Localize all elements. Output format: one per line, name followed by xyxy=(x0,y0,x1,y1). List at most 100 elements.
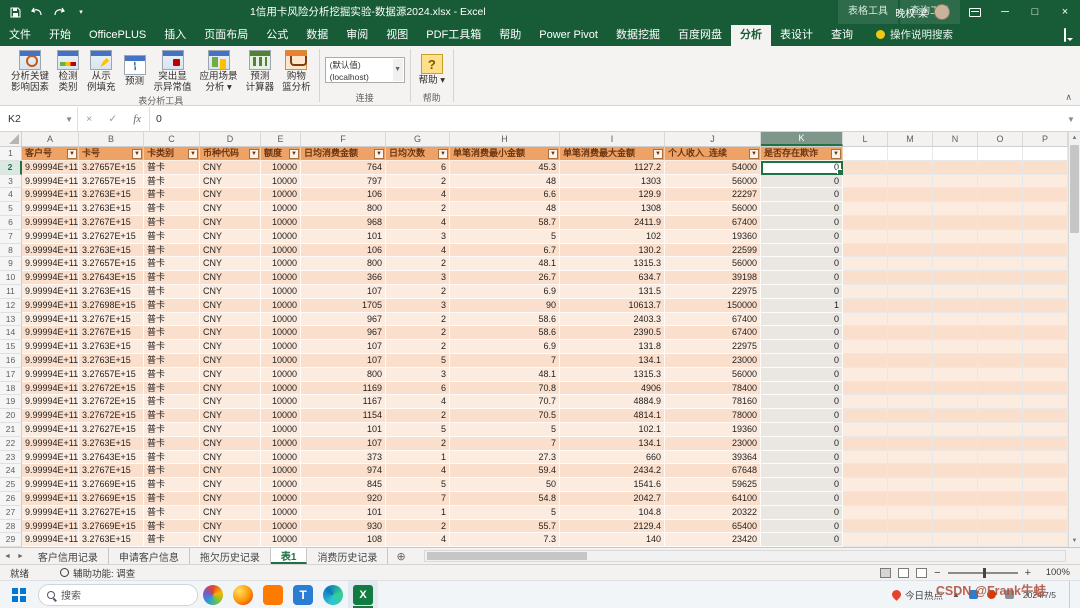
cell-B21[interactable]: 3.27627E+15 xyxy=(79,423,144,437)
cell-F14[interactable]: 967 xyxy=(301,326,386,340)
column-header-B[interactable]: B xyxy=(79,132,144,146)
cell-F28[interactable]: 930 xyxy=(301,520,386,534)
cell-N20[interactable] xyxy=(933,409,978,423)
cell-B16[interactable]: 3.2763E+15 xyxy=(79,354,144,368)
cell-O22[interactable] xyxy=(978,437,1023,451)
cell-H10[interactable]: 26.7 xyxy=(450,271,560,285)
cell-J16[interactable]: 23000 xyxy=(665,354,761,368)
cell-A16[interactable]: 9.99994E+11 xyxy=(22,354,79,368)
column-header-P[interactable]: P xyxy=(1023,132,1068,146)
cell-F25[interactable]: 845 xyxy=(301,478,386,492)
ribbon-tab-6[interactable]: 数据 xyxy=(297,25,337,46)
cell-P15[interactable] xyxy=(1023,340,1068,354)
zoom-in-icon[interactable]: + xyxy=(1025,568,1031,578)
cell-F11[interactable]: 107 xyxy=(301,285,386,299)
cell-K12[interactable]: 1 xyxy=(761,299,843,313)
cell-K29[interactable]: 0 xyxy=(761,533,843,547)
cell-B27[interactable]: 3.27627E+15 xyxy=(79,506,144,520)
cell-N18[interactable] xyxy=(933,382,978,396)
cell-B23[interactable]: 3.27643E+15 xyxy=(79,451,144,465)
previous-sheet-icon[interactable]: ◄ xyxy=(4,553,11,560)
cell-K4[interactable]: 0 xyxy=(761,188,843,202)
cell-P17[interactable] xyxy=(1023,368,1068,382)
cell-F26[interactable]: 920 xyxy=(301,492,386,506)
cell-O26[interactable] xyxy=(978,492,1023,506)
cell-M7[interactable] xyxy=(888,230,933,244)
cell-H25[interactable]: 50 xyxy=(450,478,560,492)
formula-input[interactable]: 0 xyxy=(150,107,1062,131)
ribbon-button[interactable]: 突出显 示异常值 xyxy=(151,48,195,95)
cell-I5[interactable]: 1308 xyxy=(560,202,665,216)
cell-C23[interactable]: 普卡 xyxy=(144,451,200,465)
cell-O3[interactable] xyxy=(978,175,1023,189)
cell-K22[interactable]: 0 xyxy=(761,437,843,451)
cell-B25[interactable]: 3.27669E+15 xyxy=(79,478,144,492)
cell-L24[interactable] xyxy=(843,464,888,478)
cell-C22[interactable]: 普卡 xyxy=(144,437,200,451)
cell-I14[interactable]: 2390.5 xyxy=(560,326,665,340)
cell-C10[interactable]: 普卡 xyxy=(144,271,200,285)
ribbon-tab-7[interactable]: 审阅 xyxy=(337,25,377,46)
row-header-15[interactable]: 15 xyxy=(0,340,22,354)
redo-icon[interactable] xyxy=(52,5,66,19)
confirm-entry-icon[interactable]: ✓ xyxy=(108,113,117,125)
cell-L1[interactable] xyxy=(843,147,888,161)
tray-chevron-up-icon[interactable]: ▲ xyxy=(952,590,960,599)
column-header-L[interactable]: L xyxy=(843,132,888,146)
cell-A22[interactable]: 9.99994E+11 xyxy=(22,437,79,451)
cell-A14[interactable]: 9.99994E+11 xyxy=(22,326,79,340)
cell-B5[interactable]: 3.2763E+15 xyxy=(79,202,144,216)
cell-J12[interactable]: 150000 xyxy=(665,299,761,313)
cell-A7[interactable]: 9.99994E+11 xyxy=(22,230,79,244)
filter-icon[interactable]: ▼ xyxy=(67,149,77,159)
cell-F2[interactable]: 764 xyxy=(301,161,386,175)
cell-D23[interactable]: CNY xyxy=(200,451,261,465)
cell-O4[interactable] xyxy=(978,188,1023,202)
horizontal-scrollbar[interactable] xyxy=(424,550,1066,562)
cell-M29[interactable] xyxy=(888,533,933,547)
column-header-O[interactable]: O xyxy=(978,132,1023,146)
cell-E13[interactable]: 10000 xyxy=(261,313,301,327)
cell-N27[interactable] xyxy=(933,506,978,520)
tray-icon-red[interactable] xyxy=(987,590,996,599)
filter-icon[interactable]: ▼ xyxy=(374,149,384,159)
row-header-5[interactable]: 5 xyxy=(0,202,22,216)
cell-P10[interactable] xyxy=(1023,271,1068,285)
cell-N26[interactable] xyxy=(933,492,978,506)
cell-N16[interactable] xyxy=(933,354,978,368)
cell-L20[interactable] xyxy=(843,409,888,423)
cell-O27[interactable] xyxy=(978,506,1023,520)
cell-B28[interactable]: 3.27669E+15 xyxy=(79,520,144,534)
insert-function-icon[interactable]: fx xyxy=(133,114,141,125)
cell-P13[interactable] xyxy=(1023,313,1068,327)
cell-C9[interactable]: 普卡 xyxy=(144,257,200,271)
filter-icon[interactable]: ▼ xyxy=(289,149,299,159)
cell-B29[interactable]: 3.2763E+15 xyxy=(79,533,144,547)
cell-P27[interactable] xyxy=(1023,506,1068,520)
cell-D6[interactable]: CNY xyxy=(200,216,261,230)
row-header-13[interactable]: 13 xyxy=(0,313,22,327)
cell-F15[interactable]: 107 xyxy=(301,340,386,354)
cell-G27[interactable]: 1 xyxy=(386,506,450,520)
cell-I7[interactable]: 102 xyxy=(560,230,665,244)
cell-I2[interactable]: 1127.2 xyxy=(560,161,665,175)
column-header-A[interactable]: A xyxy=(22,132,79,146)
row-header-14[interactable]: 14 xyxy=(0,326,22,340)
cell-M6[interactable] xyxy=(888,216,933,230)
cell-L4[interactable] xyxy=(843,188,888,202)
ribbon-button[interactable]: 购物 篮分析 xyxy=(279,48,314,95)
ribbon-tab-16[interactable]: 查询 xyxy=(822,25,862,46)
cell-C21[interactable]: 普卡 xyxy=(144,423,200,437)
cell-I27[interactable]: 104.8 xyxy=(560,506,665,520)
cell-E3[interactable]: 10000 xyxy=(261,175,301,189)
cell-L19[interactable] xyxy=(843,395,888,409)
cell-P9[interactable] xyxy=(1023,257,1068,271)
ribbon-button[interactable]: 预测 计算器 xyxy=(243,48,278,95)
cell-P7[interactable] xyxy=(1023,230,1068,244)
cell-O28[interactable] xyxy=(978,520,1023,534)
cell-J3[interactable]: 56000 xyxy=(665,175,761,189)
cell-P5[interactable] xyxy=(1023,202,1068,216)
cell-L16[interactable] xyxy=(843,354,888,368)
ribbon-tab-4[interactable]: 页面布局 xyxy=(195,25,257,46)
cell-B2[interactable]: 3.27657E+15 xyxy=(79,161,144,175)
